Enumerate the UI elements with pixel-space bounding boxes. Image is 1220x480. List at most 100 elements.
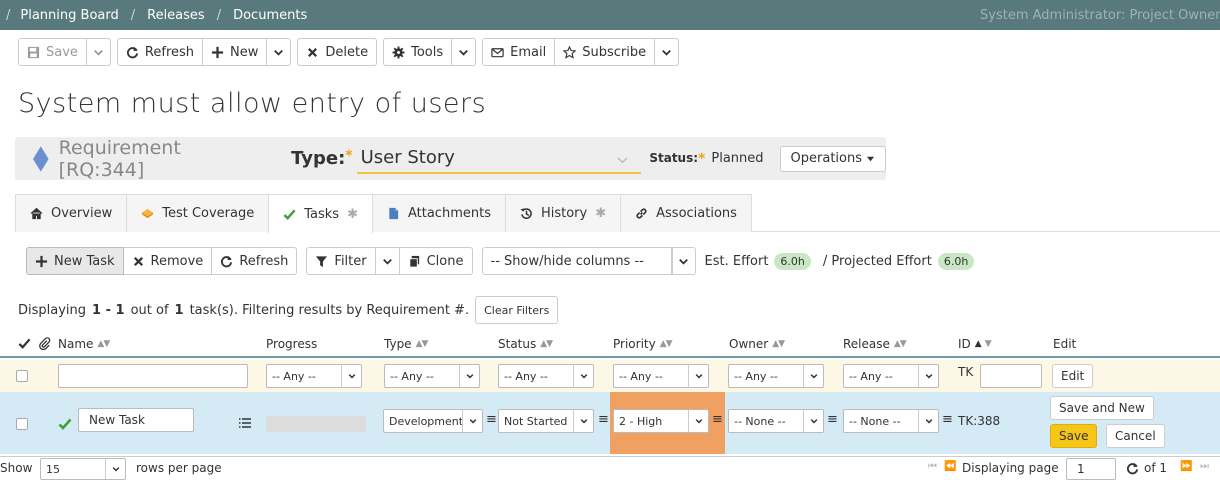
filter-button[interactable]: Filter xyxy=(306,247,376,275)
list-icon[interactable] xyxy=(238,416,252,430)
refresh-icon xyxy=(126,46,138,58)
task-priority-select[interactable]: 2 - High xyxy=(613,409,709,433)
new-button[interactable]: New xyxy=(203,38,268,66)
progress-filter-select[interactable]: -- Any -- xyxy=(266,364,362,388)
new-task-button[interactable]: New Task xyxy=(26,247,124,275)
task-status-select[interactable]: Not Started xyxy=(498,409,594,433)
filter-edit-button[interactable]: Edit xyxy=(1052,364,1094,388)
task-id[interactable]: TK:388 xyxy=(958,414,1000,428)
column-priority[interactable]: Priority ▲▼ xyxy=(613,337,673,351)
filter-checkbox[interactable] xyxy=(16,370,28,382)
save-button[interactable]: Save xyxy=(18,38,87,66)
subscribe-button[interactable]: Subscribe xyxy=(555,38,656,66)
clone-button[interactable]: Clone xyxy=(399,247,473,275)
refresh-icon[interactable] xyxy=(1126,462,1139,475)
task-type-select[interactable]: Development xyxy=(383,409,483,433)
rows-per-page-label: rows per page xyxy=(136,461,222,475)
chevron-down-icon xyxy=(662,49,671,56)
save-and-new-button[interactable]: Save and New xyxy=(1050,396,1154,420)
page-title[interactable]: System must allow entry of users xyxy=(18,88,486,119)
operations-button[interactable]: Operations xyxy=(779,145,886,172)
status-grip-icon[interactable]: ≡ xyxy=(598,412,609,427)
breadcrumb-planning-board[interactable]: Planning Board xyxy=(20,8,118,23)
id-filter-input[interactable] xyxy=(980,364,1042,388)
column-type[interactable]: Type ▲▼ xyxy=(384,337,428,351)
plus-icon xyxy=(35,255,48,267)
column-id[interactable]: ID ▲ ▼ xyxy=(958,337,992,351)
page-number-input[interactable]: 1 xyxy=(1066,458,1116,480)
tab-tasks[interactable]: Tasks ✱ xyxy=(268,194,373,233)
close-icon xyxy=(133,256,143,266)
clear-filters-button[interactable]: Clear Filters xyxy=(475,296,559,324)
row-save-button[interactable]: Save xyxy=(1050,424,1098,448)
chevron-down-icon xyxy=(695,374,702,379)
columns-select[interactable]: -- Show/hide columns -- xyxy=(481,247,672,275)
first-page-icon[interactable]: ⏮ xyxy=(928,461,937,472)
tab-overview[interactable]: Overview xyxy=(15,194,128,232)
type-grip-icon[interactable]: ≡ xyxy=(486,412,497,427)
breadcrumb-releases[interactable]: Releases xyxy=(147,8,205,23)
task-refresh-button[interactable]: Refresh xyxy=(212,247,298,275)
status-filter-select[interactable]: -- Any -- xyxy=(498,364,594,388)
filter-row: -- Any -- -- Any -- -- Any -- -- Any -- … xyxy=(0,360,1220,392)
tools-button[interactable]: Tools xyxy=(383,38,453,66)
displaying-page-label: Displaying page xyxy=(962,461,1059,475)
name-filter-input[interactable] xyxy=(58,364,248,388)
column-name[interactable]: Name ▲▼ xyxy=(58,337,110,351)
tab-bar: Overview Test Coverage Tasks ✱ Attachmen… xyxy=(15,194,1220,233)
release-grip-icon[interactable]: ≡ xyxy=(942,412,953,427)
email-button[interactable]: Email xyxy=(482,38,556,66)
task-owner-select[interactable]: -- None -- xyxy=(728,409,824,433)
caret-down-icon xyxy=(866,156,875,162)
column-release[interactable]: Release ▲▼ xyxy=(843,337,907,351)
grid-footer: Show 15 rows per page ⏮ ⏪ Displaying pag… xyxy=(0,456,1220,480)
tab-history[interactable]: History ✱ xyxy=(504,194,622,232)
last-page-icon[interactable]: ⏭ xyxy=(1200,461,1209,472)
sort-icon: ▲▼ xyxy=(893,339,907,349)
owner-filter-select[interactable]: -- Any -- xyxy=(728,364,824,388)
remove-button[interactable]: Remove xyxy=(123,247,213,275)
column-owner[interactable]: Owner ▲▼ xyxy=(729,337,785,351)
attachment-column[interactable] xyxy=(38,337,51,350)
user-label[interactable]: System Administrator: Project Owner xyxy=(980,8,1220,23)
owner-grip-icon[interactable]: ≡ xyxy=(827,412,838,427)
tab-test-coverage[interactable]: Test Coverage xyxy=(126,194,270,232)
row-checkbox[interactable] xyxy=(16,418,28,430)
type-filter-select[interactable]: -- Any -- xyxy=(384,364,480,388)
select-all-check[interactable] xyxy=(18,337,31,350)
prev-page-icon[interactable]: ⏪ xyxy=(944,461,956,472)
rows-per-page-select[interactable]: 15 xyxy=(40,458,126,480)
chevron-down-icon xyxy=(274,49,284,56)
release-filter-select[interactable]: -- Any -- xyxy=(843,364,939,388)
close-icon xyxy=(308,47,318,57)
file-icon xyxy=(389,207,399,220)
tab-associations[interactable]: Associations xyxy=(620,194,752,232)
new-dropdown-button[interactable] xyxy=(267,38,292,66)
row-cancel-button[interactable]: Cancel xyxy=(1106,424,1165,448)
subscribe-dropdown-button[interactable] xyxy=(655,38,680,66)
task-name-input[interactable]: New Task xyxy=(78,408,194,432)
task-release-select[interactable]: -- None -- xyxy=(843,409,939,433)
breadcrumb-separator: / xyxy=(216,7,222,23)
projected-effort-label: / Projected Effort xyxy=(822,253,932,269)
tab-attachments[interactable]: Attachments xyxy=(371,194,506,232)
next-page-icon[interactable]: ⏩ xyxy=(1180,461,1192,472)
clone-label: Clone xyxy=(426,253,464,269)
priority-grip-icon[interactable]: ≡ xyxy=(712,412,723,427)
link-icon xyxy=(636,208,647,219)
refresh-button[interactable]: Refresh xyxy=(116,38,204,66)
breadcrumb-documents[interactable]: Documents xyxy=(233,8,307,23)
priority-filter-select[interactable]: -- Any -- xyxy=(613,364,709,388)
check-icon xyxy=(283,209,296,220)
tools-dropdown-button[interactable] xyxy=(452,38,477,66)
type-select[interactable]: User Story xyxy=(356,144,642,174)
chevron-down-icon xyxy=(469,419,476,424)
delete-button[interactable]: Delete xyxy=(297,38,378,66)
columns-dropdown-button[interactable] xyxy=(671,247,696,275)
star-icon xyxy=(563,45,577,59)
column-status[interactable]: Status ▲▼ xyxy=(498,337,553,351)
save-dropdown-button[interactable] xyxy=(86,38,111,66)
filter-dropdown-button[interactable] xyxy=(375,247,400,275)
operations-label: Operations xyxy=(790,151,862,166)
save-label: Save xyxy=(46,44,78,60)
